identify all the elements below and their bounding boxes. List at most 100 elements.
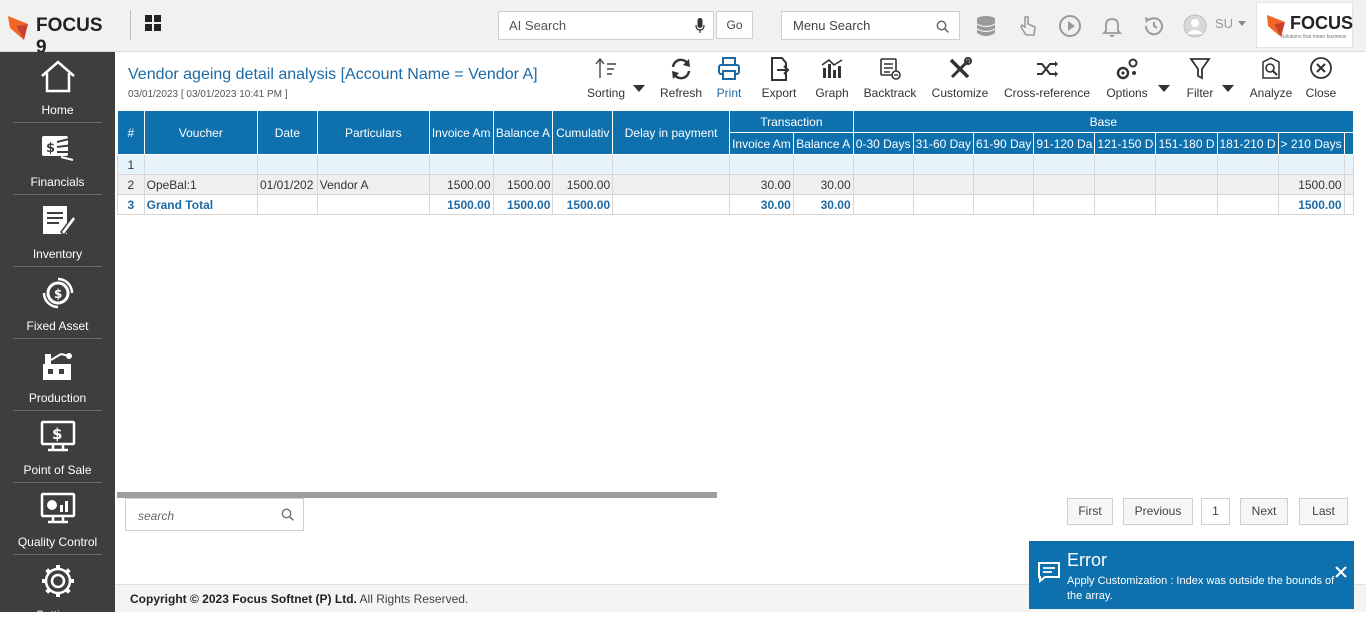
- cell-0-30: [852, 194, 914, 215]
- menu-search-input[interactable]: Menu Search: [781, 11, 960, 40]
- backtrack-button[interactable]: Backtrack: [861, 56, 919, 100]
- analyze-button[interactable]: Analyze: [1248, 56, 1294, 100]
- sidebar-item-production[interactable]: Production: [13, 340, 102, 411]
- col-header-txn-invoice[interactable]: Invoice Am: [729, 132, 794, 155]
- table-row-grand-total[interactable]: 3 Grand Total 1500.00 1500.00 1500.00 30…: [117, 194, 1354, 215]
- focus9-logo[interactable]: FOCUS 9: [6, 10, 118, 58]
- svg-text:$: $: [52, 425, 62, 443]
- options-dropdown-caret-icon[interactable]: [1158, 85, 1170, 92]
- pager-previous-button[interactable]: Previous: [1123, 498, 1193, 525]
- cell-txn-invoice: 30.00: [729, 194, 794, 215]
- graph-button[interactable]: Graph: [813, 56, 851, 100]
- cross-reference-button[interactable]: Cross-reference: [1001, 56, 1093, 100]
- options-button[interactable]: Options: [1103, 56, 1151, 100]
- sidebar-item-financials[interactable]: $ Financials: [13, 124, 102, 195]
- col-header-delay[interactable]: Delay in payment: [612, 110, 731, 155]
- export-button[interactable]: Export: [758, 56, 800, 100]
- sidebar-item-fixed-asset[interactable]: $ Fixed Asset: [13, 268, 102, 339]
- cell-91-120: [1033, 194, 1096, 215]
- col-header-31-60[interactable]: 31-60 Day: [912, 132, 974, 155]
- cell-balance: 1500.00: [492, 194, 554, 215]
- table-row[interactable]: 2 OpeBal:1 01/01/202 Vendor A 1500.00 15…: [117, 174, 1354, 195]
- fixed-asset-icon: $: [42, 277, 74, 309]
- cell-overflow: [1343, 174, 1354, 195]
- col-header-181-210[interactable]: 181-210 D: [1216, 132, 1279, 155]
- gear-icon: [42, 565, 74, 597]
- cell-61-90: [972, 194, 1035, 215]
- cell-date: 01/01/202: [257, 174, 318, 195]
- col-header-particulars[interactable]: Particulars: [316, 110, 430, 155]
- refresh-button[interactable]: Refresh: [657, 56, 705, 100]
- cell-num: 3: [117, 194, 145, 215]
- cell-balance: 1500.00: [492, 174, 554, 195]
- cell-91-120: [1033, 154, 1096, 175]
- error-toast: Error Apply Customization : Index was ou…: [1029, 541, 1354, 609]
- pager-current-page[interactable]: 1: [1201, 498, 1230, 525]
- page-title: Vendor ageing detail analysis [Account N…: [128, 66, 538, 83]
- sidebar-item-inventory[interactable]: Inventory: [13, 196, 102, 267]
- cell-151-180: [1155, 174, 1218, 195]
- filter-dropdown-caret-icon[interactable]: [1222, 85, 1234, 92]
- print-button[interactable]: Print: [713, 56, 745, 100]
- col-header-cumulative[interactable]: Cumulativ: [552, 110, 614, 155]
- pager-next-button[interactable]: Next: [1240, 498, 1288, 525]
- col-header-121-150[interactable]: 121-150 D: [1094, 132, 1157, 155]
- col-header-0-30[interactable]: 0-30 Days: [852, 132, 914, 155]
- go-button[interactable]: Go: [716, 11, 753, 39]
- col-header-date[interactable]: Date: [257, 110, 318, 155]
- ai-search-input[interactable]: AI Search: [498, 11, 714, 40]
- table-row[interactable]: 1: [117, 154, 1354, 175]
- sorting-button[interactable]: Sorting: [583, 56, 629, 100]
- search-icon[interactable]: [936, 20, 949, 33]
- col-header-61-90[interactable]: 61-90 Day: [972, 132, 1035, 155]
- close-label: Close: [1305, 86, 1337, 100]
- filter-button[interactable]: Filter: [1183, 56, 1217, 100]
- play-icon[interactable]: [1058, 14, 1082, 38]
- top-bar: FOCUS 9 AI Search Go Menu Search SU FOCU…: [0, 0, 1366, 58]
- pager-first-button[interactable]: First: [1067, 498, 1113, 525]
- history-icon[interactable]: [1142, 14, 1166, 38]
- analyze-label: Analyze: [1249, 86, 1293, 100]
- close-icon[interactable]: [1334, 565, 1348, 579]
- user-avatar-icon[interactable]: [1183, 14, 1207, 38]
- app-grid-icon[interactable]: [145, 15, 161, 31]
- cell-cumulative: 1500.00: [552, 194, 614, 215]
- pager-last-button[interactable]: Last: [1299, 498, 1348, 525]
- cell-invoice: 1500.00: [428, 194, 494, 215]
- cell-txn-balance: [792, 154, 854, 175]
- cell-121-150: [1094, 154, 1157, 175]
- sorting-dropdown-caret-icon[interactable]: [633, 85, 645, 92]
- customize-button[interactable]: Customize: [929, 56, 991, 100]
- grid-search-input[interactable]: search: [125, 498, 304, 531]
- cell-overflow: [1343, 154, 1354, 175]
- graph-icon: [821, 58, 843, 78]
- col-header-voucher[interactable]: Voucher: [143, 110, 259, 155]
- col-header-txn-balance[interactable]: Balance A: [792, 132, 854, 155]
- search-icon[interactable]: [281, 508, 294, 521]
- microphone-icon[interactable]: [695, 18, 705, 34]
- bell-icon[interactable]: [1100, 14, 1124, 38]
- col-header-invoice-amount[interactable]: Invoice Am: [428, 110, 494, 155]
- user-initials[interactable]: SU: [1215, 16, 1233, 31]
- cell-txn-invoice: [729, 154, 794, 175]
- brand-tagline: Solutions that mean business: [1281, 34, 1347, 40]
- col-header-91-120[interactable]: 91-120 Da: [1033, 132, 1096, 155]
- close-button[interactable]: Close: [1305, 56, 1337, 100]
- sidebar-item-settings[interactable]: Settings: [13, 556, 102, 627]
- cell-num: 2: [117, 174, 145, 195]
- cell-over-210: 1500.00: [1277, 174, 1345, 195]
- database-icon[interactable]: [974, 14, 998, 38]
- pointer-hand-icon[interactable]: [1016, 14, 1040, 38]
- col-header-151-180[interactable]: 151-180 D: [1155, 132, 1218, 155]
- sidebar-item-point-of-sale[interactable]: $ Point of Sale: [13, 412, 102, 483]
- sidebar-item-quality-control[interactable]: Quality Control: [13, 484, 102, 555]
- col-header-num[interactable]: #: [117, 110, 145, 155]
- cell-121-150: [1094, 194, 1157, 215]
- report-grid: # Voucher Date Particulars Invoice Am Ba…: [117, 110, 1354, 270]
- sidebar-item-home[interactable]: Home: [13, 52, 102, 123]
- user-menu-caret-icon[interactable]: [1238, 21, 1246, 26]
- logo-divider: [130, 10, 131, 40]
- col-header-over-210[interactable]: > 210 Days: [1277, 132, 1345, 155]
- sorting-label: Sorting: [586, 86, 626, 100]
- col-header-balance-amount[interactable]: Balance A: [492, 110, 554, 155]
